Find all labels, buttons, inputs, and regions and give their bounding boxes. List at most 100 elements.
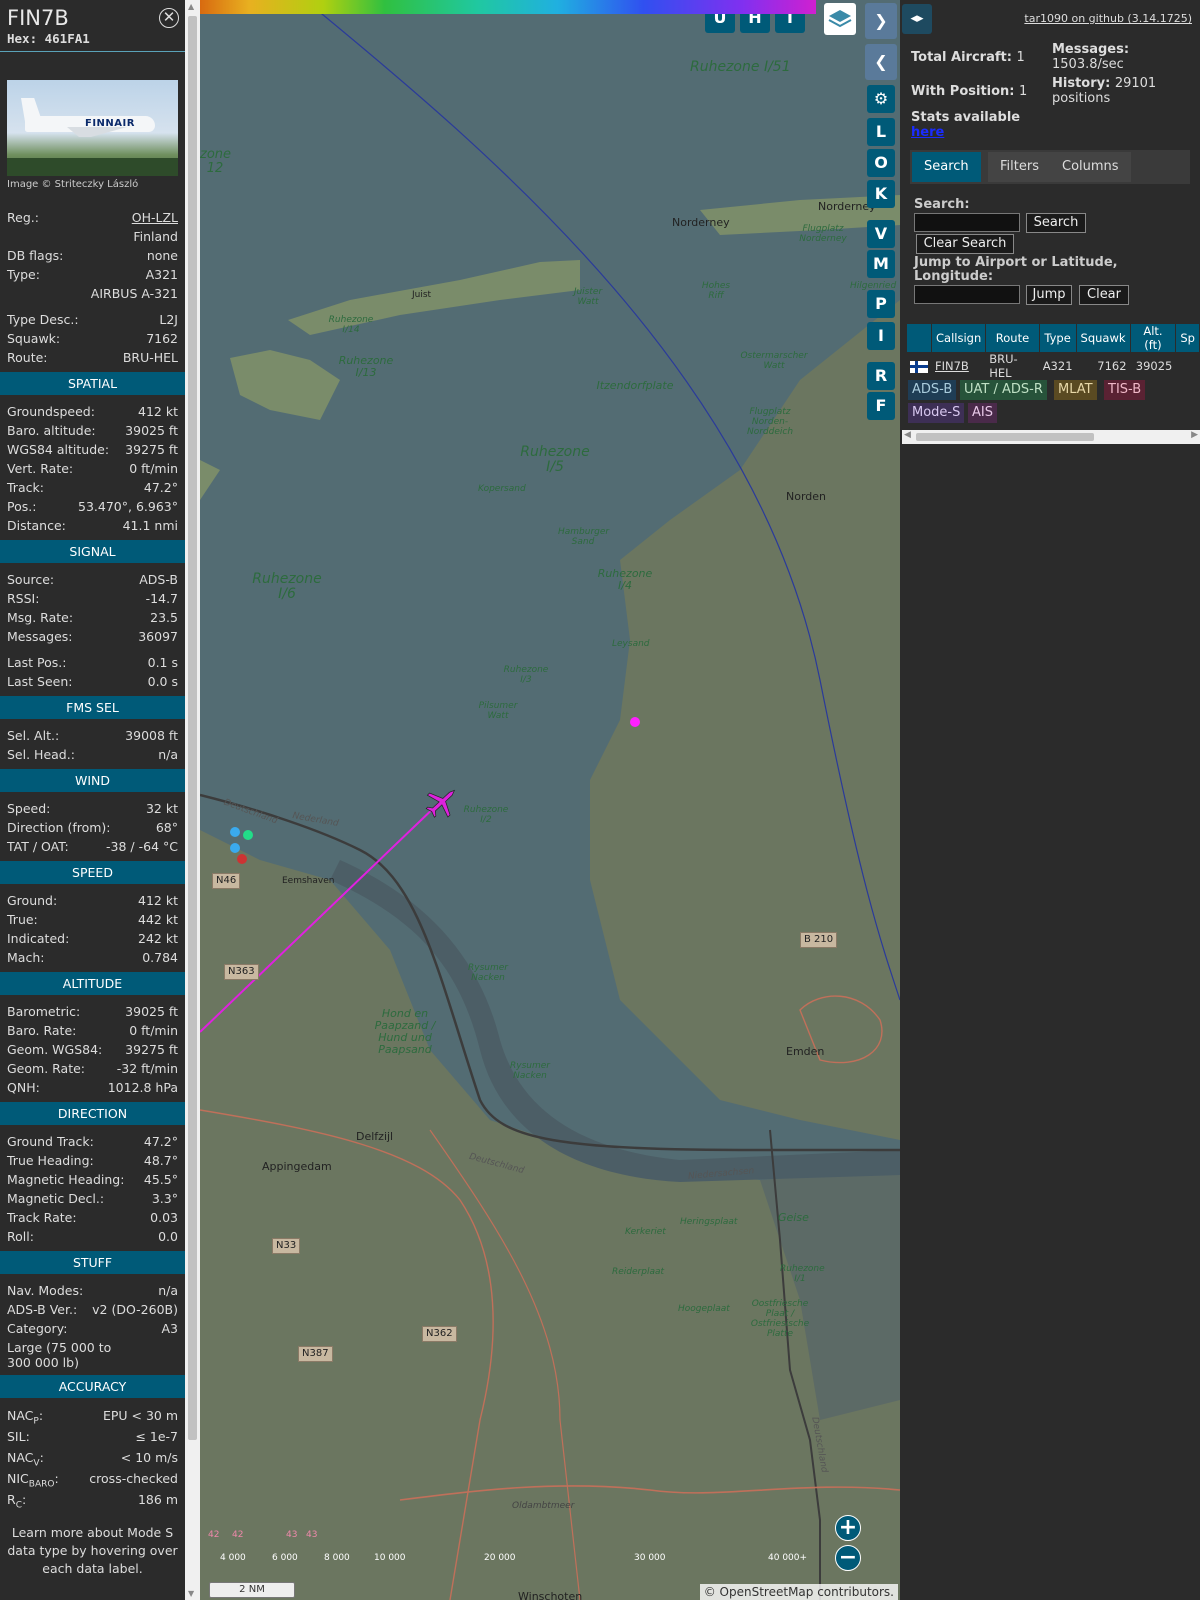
col-speed[interactable]: Sp xyxy=(1176,324,1199,352)
search-button[interactable]: Search xyxy=(1026,213,1086,233)
accuracy-label[interactable]: RC: xyxy=(7,1489,26,1511)
tab-search[interactable]: Search xyxy=(912,152,981,182)
map-attribution[interactable]: © OpenStreetMap contributors. xyxy=(699,1584,898,1600)
hscroll-thumb[interactable] xyxy=(916,433,1094,441)
info-label[interactable]: Barometric: xyxy=(7,1002,80,1021)
tab-filters[interactable]: Filters xyxy=(988,152,1051,182)
info-label[interactable]: WGS84 altitude: xyxy=(7,440,109,459)
info-label[interactable]: True Heading: xyxy=(7,1151,94,1170)
info-value[interactable]: OH-LZL xyxy=(132,208,178,227)
info-label[interactable]: Magnetic Heading: xyxy=(7,1170,124,1189)
legend-tis-b[interactable]: TIS-B xyxy=(1104,380,1146,400)
button-i[interactable]: I xyxy=(867,322,895,350)
info-label[interactable]: Last Seen: xyxy=(7,672,72,691)
legend-mlat[interactable]: MLAT xyxy=(1054,380,1097,400)
button-r[interactable]: R xyxy=(867,362,895,390)
scroll-thumb[interactable] xyxy=(188,16,197,1440)
info-label[interactable]: Last Pos.: xyxy=(7,653,66,672)
info-label[interactable]: Ground Track: xyxy=(7,1132,94,1151)
scroll-right-icon[interactable]: ▶ xyxy=(1191,430,1198,440)
info-label[interactable]: Route: xyxy=(7,348,48,367)
info-label[interactable]: DB flags: xyxy=(7,246,63,265)
col-altitude[interactable]: Alt. (ft) xyxy=(1130,324,1176,352)
info-label[interactable]: Baro. Rate: xyxy=(7,1021,76,1040)
info-scrollbar[interactable]: ▲ ▼ xyxy=(185,0,200,1600)
info-label[interactable]: Vert. Rate: xyxy=(7,459,73,478)
button-f[interactable]: F xyxy=(867,392,895,420)
info-label[interactable]: QNH: xyxy=(7,1078,40,1097)
clear-search-button[interactable]: Clear Search xyxy=(916,234,1014,254)
button-p[interactable]: P xyxy=(867,290,895,318)
legend-mode-s[interactable]: Mode-S xyxy=(908,403,965,423)
info-label[interactable]: Squawk: xyxy=(7,329,60,348)
button-o[interactable]: O xyxy=(867,149,895,177)
info-label[interactable]: True: xyxy=(7,910,38,929)
button-l[interactable]: L xyxy=(867,118,895,146)
info-label[interactable]: Ground: xyxy=(7,891,57,910)
layers-icon[interactable] xyxy=(824,3,856,35)
aircraft-icon[interactable] xyxy=(422,782,462,822)
info-label[interactable]: Mach: xyxy=(7,948,44,967)
button-m[interactable]: M xyxy=(867,250,895,278)
jump-button[interactable]: Jump xyxy=(1026,285,1072,305)
map-view[interactable]: Ruhezone I/51 zone 12 Ruhezone I/5 Ruhez… xyxy=(200,0,900,1600)
info-label[interactable]: Category: xyxy=(7,1319,67,1338)
info-label[interactable]: Type: xyxy=(7,265,40,284)
info-label[interactable]: Nav. Modes: xyxy=(7,1281,83,1300)
expand-sidebar-icon[interactable]: ❯ xyxy=(865,3,897,39)
table-row[interactable]: FIN7B BRU-HEL A321 7162 39025 xyxy=(907,352,1199,380)
info-label[interactable]: Magnetic Decl.: xyxy=(7,1189,104,1208)
info-label[interactable]: Groundspeed: xyxy=(7,402,95,421)
legend-ads-b[interactable]: ADS-B xyxy=(908,380,957,400)
scroll-up-icon[interactable]: ▲ xyxy=(188,2,194,11)
col-route[interactable]: Route xyxy=(986,324,1039,352)
info-label[interactable]: Reg.: xyxy=(7,208,39,227)
info-label[interactable]: Geom. Rate: xyxy=(7,1059,85,1078)
legend-ais[interactable]: AIS xyxy=(968,403,997,423)
scroll-down-icon[interactable]: ▼ xyxy=(188,1589,194,1598)
search-input[interactable] xyxy=(914,213,1020,232)
col-type[interactable]: Type xyxy=(1039,324,1076,352)
jump-input[interactable] xyxy=(914,285,1020,304)
button-k[interactable]: K xyxy=(867,180,895,208)
accuracy-label[interactable]: NICBARO: xyxy=(7,1468,59,1490)
info-label[interactable]: Distance: xyxy=(7,516,66,535)
github-link[interactable]: tar1090 on github (3.14.1725) xyxy=(1024,12,1192,25)
info-label[interactable]: Speed: xyxy=(7,799,50,818)
accuracy-label[interactable]: NACV: xyxy=(7,1447,44,1469)
info-label[interactable]: RSSI: xyxy=(7,589,39,608)
accuracy-label[interactable]: SIL: xyxy=(7,1426,30,1447)
col-squawk[interactable]: Squawk xyxy=(1076,324,1130,352)
info-label[interactable]: Track: xyxy=(7,478,44,497)
toggle-sidebar-icon[interactable]: ◂▸ xyxy=(902,4,932,34)
collapse-sidebar-icon[interactable]: ❮ xyxy=(865,44,897,80)
col-flag[interactable] xyxy=(907,324,931,352)
info-label[interactable]: Messages: xyxy=(7,627,73,646)
button-v[interactable]: V xyxy=(867,220,895,248)
clear-button[interactable]: Clear xyxy=(1079,285,1129,305)
tab-columns[interactable]: Columns xyxy=(1050,152,1131,182)
accuracy-label[interactable]: NACP: xyxy=(7,1405,43,1427)
info-label[interactable]: Geom. WGS84: xyxy=(7,1040,102,1059)
info-label[interactable]: Track Rate: xyxy=(7,1208,77,1227)
info-label[interactable]: Source: xyxy=(7,570,54,589)
zoom-out-button[interactable]: − xyxy=(835,1545,861,1571)
stats-link[interactable]: here xyxy=(911,125,1020,140)
scroll-left-icon[interactable]: ◀ xyxy=(904,430,911,440)
info-label[interactable]: Baro. altitude: xyxy=(7,421,96,440)
row-callsign[interactable]: FIN7B xyxy=(932,352,985,380)
info-label[interactable]: ADS-B Ver.: xyxy=(7,1300,77,1319)
info-label[interactable]: Type Desc.: xyxy=(7,310,79,329)
info-label[interactable]: Sel. Head.: xyxy=(7,745,75,764)
legend-uat-ads-r[interactable]: UAT / ADS-R xyxy=(960,380,1047,400)
table-hscrollbar[interactable]: ◀ ▶ xyxy=(902,430,1200,444)
info-label[interactable]: Roll: xyxy=(7,1227,34,1246)
settings-gear-icon[interactable]: ⚙ xyxy=(867,85,895,113)
info-label[interactable]: Large (75 000 to 300 000 lb) xyxy=(7,1340,137,1370)
info-label[interactable]: Msg. Rate: xyxy=(7,608,73,627)
info-label[interactable]: TAT / OAT: xyxy=(7,837,69,856)
info-label[interactable]: Sel. Alt.: xyxy=(7,726,59,745)
close-icon[interactable]: ✕ xyxy=(159,8,179,28)
info-label[interactable]: Direction (from): xyxy=(7,818,111,837)
info-label[interactable]: Pos.: xyxy=(7,497,36,516)
